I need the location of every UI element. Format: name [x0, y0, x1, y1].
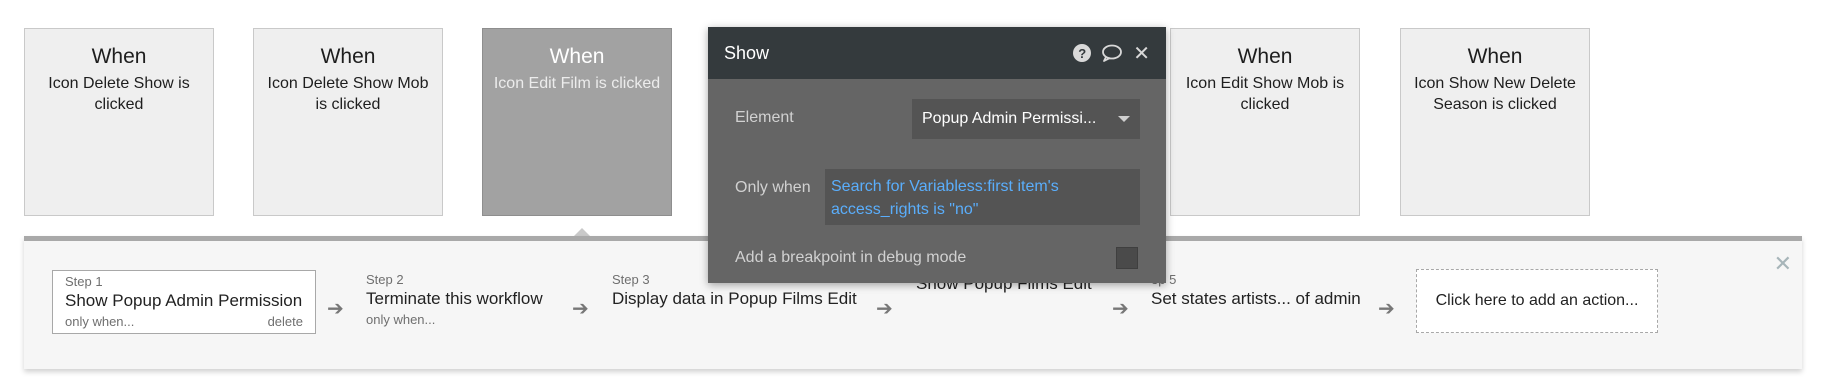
event-card-icon-edit-film[interactable]: When Icon Edit Film is clicked	[482, 28, 672, 216]
breakpoint-checkbox[interactable]	[1116, 247, 1138, 269]
event-when-label: When	[320, 45, 376, 68]
arrow-right-icon: ➔	[327, 298, 344, 320]
event-description: Icon Delete Show is clicked	[48, 75, 190, 113]
event-when-label: When	[1237, 45, 1293, 68]
event-when-label: When	[1467, 45, 1523, 68]
event-card-icon-delete-show-mob[interactable]: When Icon Delete Show Mob is clicked	[253, 28, 443, 216]
only-when-link[interactable]: only when...	[366, 312, 543, 328]
element-label: Element	[735, 109, 794, 126]
close-icon[interactable]: ✕	[1133, 41, 1150, 66]
event-description: Icon Edit Film is clicked	[493, 75, 661, 92]
show-action-dialog: Show ? ✕ Element Popup Admin Permissi...…	[708, 27, 1166, 283]
arrow-right-icon: ➔	[1378, 298, 1395, 320]
step-5-card[interactable]: ep 5 Set states artists... of admin	[1151, 272, 1361, 310]
delete-link[interactable]: delete	[268, 314, 303, 330]
step-title: Show Popup Admin Permission	[65, 291, 303, 310]
element-dropdown[interactable]: Popup Admin Permissi...	[912, 99, 1140, 139]
only-when-label: Only when	[735, 179, 811, 196]
only-when-expression[interactable]: Search for Variabless:first item's acces…	[825, 169, 1140, 225]
arrow-right-icon: ➔	[1112, 298, 1129, 320]
arrow-right-icon: ➔	[876, 298, 893, 320]
step-2-card[interactable]: Step 2 Terminate this workflow only when…	[366, 272, 543, 328]
step-number: Step 1	[65, 274, 103, 289]
event-when-label: When	[549, 45, 605, 68]
step-title: Set states artists... of admin	[1151, 289, 1361, 308]
step-title: Display data in Popup Films Edit	[612, 289, 857, 308]
element-value: Popup Admin Permissi...	[922, 110, 1097, 127]
dialog-header: Show ? ✕	[708, 27, 1166, 79]
step-number: ep 5	[1151, 272, 1177, 287]
add-action-button[interactable]: Click here to add an action...	[1416, 269, 1658, 333]
help-icon[interactable]: ?	[1073, 44, 1092, 62]
step-title: Terminate this workflow	[366, 289, 543, 308]
event-card-icon-delete-show[interactable]: When Icon Delete Show is clicked	[24, 28, 214, 216]
step-number: Step 2	[366, 272, 404, 287]
close-icon[interactable]: ✕	[1774, 251, 1792, 277]
event-when-label: When	[91, 45, 147, 68]
event-description: Icon Edit Show Mob is clicked	[1185, 75, 1345, 113]
step-1-card[interactable]: Step 1 Show Popup Admin Permission only …	[52, 270, 316, 334]
comment-icon[interactable]	[1101, 44, 1123, 62]
event-description: Icon Delete Show Mob is clicked	[267, 75, 429, 113]
only-when-link[interactable]: only when...	[65, 314, 134, 330]
dialog-title: Show	[724, 42, 770, 63]
breakpoint-label: Add a breakpoint in debug mode	[735, 249, 967, 266]
event-description: Icon Show New Delete Season is clicked	[1414, 75, 1576, 113]
event-card-icon-edit-show-mob[interactable]: When Icon Edit Show Mob is clicked	[1170, 28, 1360, 216]
event-card-icon-show-new-delete-season[interactable]: When Icon Show New Delete Season is clic…	[1400, 28, 1590, 216]
chevron-down-icon	[1118, 116, 1130, 122]
arrow-right-icon: ➔	[572, 298, 589, 320]
